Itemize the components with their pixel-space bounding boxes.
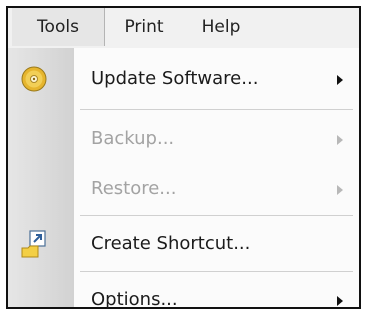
menu-print[interactable]: Print [113, 8, 175, 46]
cd-disc-icon [21, 66, 47, 92]
menu-help[interactable]: Help [190, 8, 252, 46]
menu-item-label: Update Software... [91, 68, 259, 89]
menu-separator [80, 215, 353, 216]
tools-dropdown-menu: Update Software... Backup... Restore... … [8, 48, 359, 310]
menu-item-backup[interactable]: Backup... [8, 114, 359, 164]
menu-item-label: Restore... [91, 178, 177, 199]
menu-item-restore[interactable]: Restore... [8, 164, 359, 214]
menu-item-create-shortcut[interactable]: Create Shortcut... [8, 219, 359, 269]
submenu-arrow-icon [337, 135, 343, 145]
menu-separator [80, 109, 353, 110]
submenu-arrow-icon [337, 296, 343, 306]
menu-item-options[interactable]: Options... [8, 275, 359, 325]
menu-bar: Tools Print Help [8, 8, 359, 49]
menu-item-label: Backup... [91, 128, 175, 149]
menu-tools[interactable]: Tools [12, 8, 105, 46]
menu-separator [80, 271, 353, 272]
menu-item-label: Options... [91, 289, 178, 310]
shortcut-icon [21, 230, 46, 258]
submenu-arrow-icon [337, 185, 343, 195]
menu-item-update-software[interactable]: Update Software... [8, 54, 359, 104]
menu-window: Tools Print Help Update Software... Back… [6, 6, 361, 310]
menu-item-label: Create Shortcut... [91, 233, 251, 254]
submenu-arrow-icon [337, 75, 343, 85]
